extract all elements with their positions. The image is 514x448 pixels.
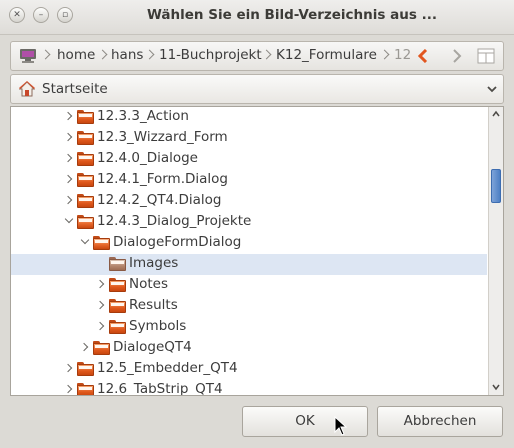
expander-collapsed-icon[interactable] [81, 343, 89, 351]
path-separator-icon [98, 48, 108, 62]
tree-row[interactable]: 12.6_TabStrip_QT4 [11, 380, 487, 396]
vertical-scrollbar[interactable] [488, 107, 503, 395]
folder-tree: 12.3.3_Action 12.3_Wizzard_Form 12.4.0_Dia… [10, 106, 504, 396]
close-window-icon[interactable]: ✕ [9, 7, 25, 23]
folder-icon [109, 278, 126, 292]
mouse-cursor-icon [334, 416, 348, 436]
ok-button[interactable]: OK [242, 406, 368, 437]
tree-row[interactable]: DialogeQT4 [11, 338, 487, 359]
title-bar: ✕ – ▫ Wählen Sie ein Bild-Verzeichnis au… [0, 0, 514, 35]
path-separator-icon [262, 48, 272, 62]
tree-row[interactable]: Notes [11, 275, 487, 296]
tree-row[interactable]: 12.4.0_Dialoge [11, 149, 487, 170]
tree-row[interactable]: Symbols [11, 317, 487, 338]
tree-row[interactable]: Images [11, 254, 487, 275]
tree-row-label: 12.3_Wizzard_Form [97, 129, 228, 145]
path-segment-12-truncated[interactable]: 12 [394, 47, 411, 63]
expander-collapsed-icon[interactable] [97, 322, 105, 330]
folder-icon [109, 257, 126, 271]
tree-row[interactable]: 12.3_Wizzard_Form [11, 128, 487, 149]
tree-row-label: 12.5_Embedder_QT4 [97, 360, 238, 376]
folder-icon [77, 173, 94, 187]
tree-row[interactable]: DialogeFormDialog [11, 233, 487, 254]
path-bar: home hans 11-Buchprojekt K12_Formulare 1… [10, 41, 504, 71]
folder-icon [77, 110, 94, 124]
maximize-window-icon[interactable]: ▫ [57, 7, 73, 23]
folder-icon [77, 131, 94, 145]
folder-icon [77, 383, 94, 395]
tree-row-label: 12.6_TabStrip_QT4 [97, 381, 223, 396]
folder-icon [109, 299, 126, 313]
expander-expanded-icon[interactable] [65, 217, 73, 225]
cancel-button[interactable]: Abbrechen [377, 406, 503, 437]
path-separator-icon [145, 48, 155, 62]
expander-collapsed-icon[interactable] [65, 196, 73, 204]
tree-row[interactable]: 12.3.3_Action [11, 107, 487, 128]
expander-collapsed-icon[interactable] [65, 385, 73, 393]
tree-row[interactable]: 12.4.2_QT4.Dialog [11, 191, 487, 212]
expander-collapsed-icon[interactable] [97, 301, 105, 309]
places-selected-label: Startseite [42, 81, 108, 97]
home-icon [19, 81, 35, 97]
window-title: Wählen Sie ein Bild-Verzeichnis aus ... [147, 7, 437, 23]
back-arrow-icon[interactable] [417, 49, 429, 63]
pane-icon[interactable] [477, 48, 495, 64]
tree-row[interactable]: 12.4.3_Dialog_Projekte [11, 212, 487, 233]
places-dropdown[interactable]: Startseite [10, 74, 504, 104]
expander-collapsed-icon[interactable] [65, 112, 73, 120]
tree-row-label: 12.4.1_Form.Dialog [97, 171, 228, 187]
expander-expanded-icon[interactable] [81, 238, 89, 246]
tree-row-label: 12.4.3_Dialog_Projekte [97, 213, 252, 229]
tree-row-label: 12.4.0_Dialoge [97, 150, 198, 166]
path-segment-home[interactable]: home [57, 47, 95, 63]
path-separator-icon [380, 48, 390, 62]
tree-row-label: Notes [129, 276, 168, 292]
forward-arrow-icon[interactable] [451, 49, 463, 63]
tree-row-label: Results [129, 297, 178, 313]
folder-icon [77, 362, 94, 376]
folder-icon [93, 236, 110, 250]
expander-collapsed-icon[interactable] [65, 154, 73, 162]
tree-row[interactable]: 12.5_Embedder_QT4 [11, 359, 487, 380]
expander-collapsed-icon[interactable] [65, 175, 73, 183]
folder-icon [93, 341, 110, 355]
tree-row[interactable]: Results [11, 296, 487, 317]
path-segment-buchprojekt[interactable]: 11-Buchprojekt [159, 47, 262, 63]
path-separator-icon [41, 48, 51, 62]
expander-collapsed-icon[interactable] [65, 133, 73, 141]
scroll-up-icon[interactable] [492, 110, 500, 118]
tree-row-label: DialogeQT4 [113, 339, 192, 355]
path-segment-k12-formulare[interactable]: K12_Formulare [276, 47, 377, 63]
folder-icon [77, 215, 94, 229]
expander-collapsed-icon[interactable] [65, 364, 73, 372]
scrollbar-thumb[interactable] [491, 169, 501, 203]
tree-row-label: 12.4.2_QT4.Dialog [97, 192, 222, 208]
tree-row-label: 12.3.3_Action [97, 108, 189, 124]
tree-row-label: Images [129, 255, 179, 271]
minimize-window-icon[interactable]: – [33, 7, 49, 23]
folder-icon [77, 152, 94, 166]
folder-icon [109, 320, 126, 334]
tree-row-label: Symbols [129, 318, 187, 334]
path-segment-hans[interactable]: hans [111, 47, 143, 63]
scroll-down-icon[interactable] [492, 383, 500, 391]
tree-row-label: DialogeFormDialog [113, 234, 242, 250]
expander-collapsed-icon[interactable] [97, 280, 105, 288]
folder-icon [77, 194, 94, 208]
tree-row[interactable]: 12.4.1_Form.Dialog [11, 170, 487, 191]
chevron-down-icon [487, 86, 497, 93]
computer-icon[interactable] [19, 48, 37, 64]
